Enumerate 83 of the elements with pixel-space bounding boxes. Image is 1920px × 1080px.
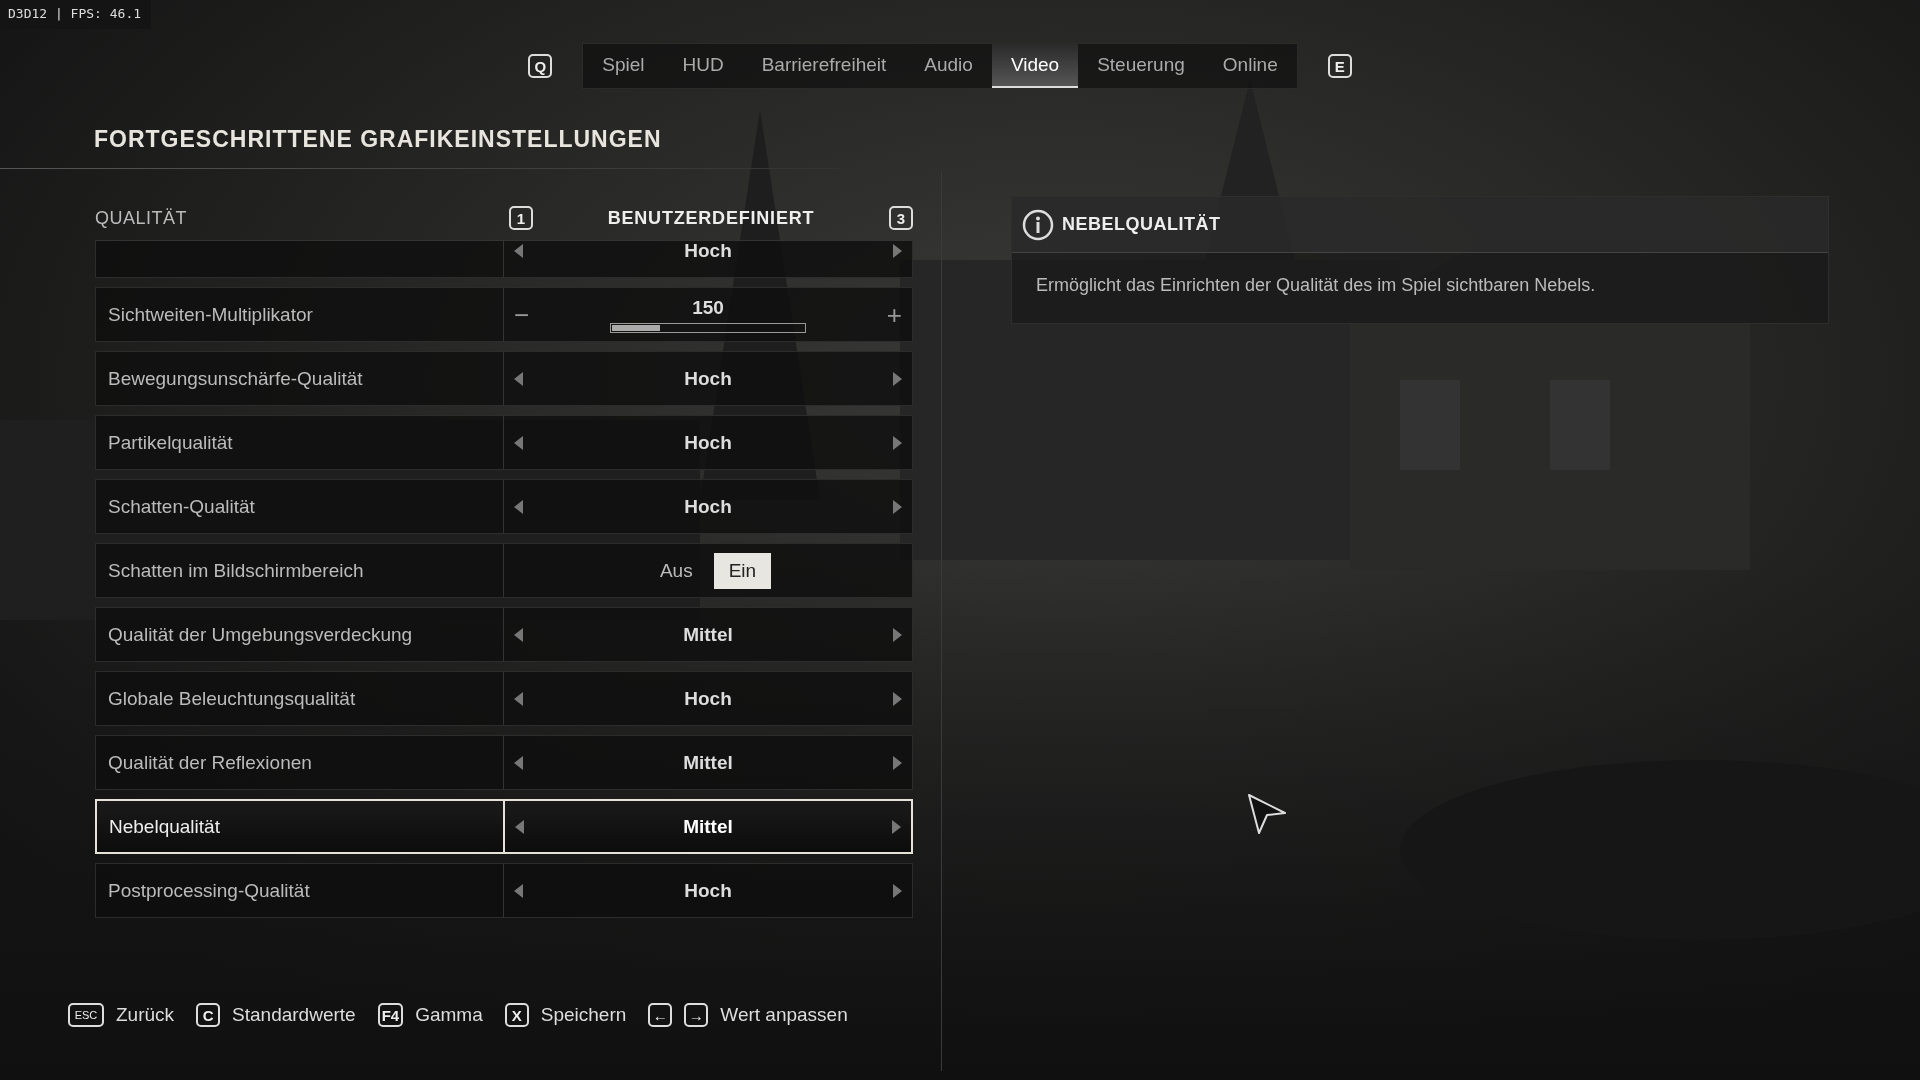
toggle-option[interactable]: Ein	[713, 552, 772, 589]
left-arrow-icon[interactable]	[514, 499, 523, 514]
right-arrow-icon[interactable]	[893, 499, 902, 514]
setting-label: Bewegungsunschärfe-Qualität	[108, 367, 363, 390]
right-arrow-icon[interactable]	[892, 819, 901, 834]
tab[interactable]: Audio	[905, 44, 992, 88]
setting-value: Hoch	[684, 431, 732, 454]
setting-label: Partikelqualität	[108, 431, 233, 454]
left-arrow-icon[interactable]	[514, 371, 523, 386]
left-arrow-icon[interactable]	[514, 755, 523, 770]
left-arrow-icon[interactable]	[514, 691, 523, 706]
left-arrow-icon[interactable]	[514, 243, 523, 258]
setting-row[interactable]: Schatten im Bildschirmbereich Aus Ein	[95, 543, 913, 598]
setting-value: Hoch	[684, 367, 732, 390]
setting-row[interactable]: Sichtweiten-Multiplikator − 150 +	[95, 287, 913, 342]
footer-action[interactable]: Gamma	[415, 1004, 483, 1026]
key-hint[interactable]: 3	[889, 206, 913, 230]
setting-label: Qualität der Reflexionen	[108, 751, 312, 774]
setting-label: Nebelqualität	[109, 815, 220, 838]
info-text: Ermöglicht das Einrichten der Qualität des im Spiel sichtbaren Nebels.	[1035, 274, 1597, 296]
left-arrow-icon[interactable]	[515, 819, 524, 834]
setting-value: Hoch	[684, 879, 732, 902]
tab[interactable]: Barrierefreiheit	[742, 44, 906, 88]
footer-action[interactable]: Wert anpassen	[720, 1004, 848, 1026]
setting-value: 150	[692, 296, 724, 319]
right-arrow-icon[interactable]	[893, 243, 902, 258]
right-arrow-icon[interactable]	[893, 371, 902, 386]
setting-value: Hoch	[684, 687, 732, 710]
left-arrow-icon[interactable]	[514, 627, 523, 642]
slider-track[interactable]	[610, 322, 806, 333]
key-hint[interactable]: X	[504, 1003, 529, 1027]
right-arrow-icon[interactable]	[893, 883, 902, 898]
setting-value: Mittel	[683, 751, 733, 774]
setting-value: Hoch	[684, 241, 732, 262]
setting-row[interactable]: Qualität der Reflexionen Mittel	[95, 735, 913, 790]
left-arrow-icon[interactable]	[514, 883, 523, 898]
quality-label: QUALITÄT	[95, 207, 188, 229]
page-title: FORTGESCHRITTENE GRAFIKEINSTELLUNGEN	[94, 126, 663, 153]
setting-row[interactable]: Postprocessing-Qualität Hoch	[95, 863, 913, 918]
right-arrow-icon[interactable]	[893, 627, 902, 642]
key-hint[interactable]: E	[1327, 54, 1352, 78]
tab[interactable]: Online	[1203, 44, 1297, 88]
setting-row[interactable]: Globale Beleuchtungsqualität Hoch	[95, 671, 913, 726]
quality-value: BENUTZERDEFINIERT	[606, 207, 816, 229]
right-arrow-icon[interactable]	[893, 435, 902, 450]
setting-label: Globale Beleuchtungsqualität	[108, 687, 356, 710]
key-hint[interactable]: →	[684, 1003, 709, 1027]
setting-value: Mittel	[683, 815, 733, 838]
info-title: NEBELQUALITÄT	[1062, 214, 1221, 235]
plus-button[interactable]: +	[886, 301, 902, 328]
footer-action[interactable]: Standardwerte	[232, 1004, 356, 1026]
right-arrow-icon[interactable]	[893, 691, 902, 706]
setting-label: Qualität der Umgebungsverdeckung	[108, 623, 413, 646]
setting-label: Schatten-Qualität	[108, 495, 255, 518]
right-arrow-icon[interactable]	[893, 755, 902, 770]
footer-action[interactable]: Zurück	[116, 1004, 175, 1026]
key-hint[interactable]: 1	[509, 206, 533, 230]
minus-button[interactable]: −	[514, 301, 530, 328]
tab[interactable]: Spiel	[583, 44, 664, 88]
left-arrow-icon[interactable]	[514, 435, 523, 450]
cursor-icon	[1247, 793, 1287, 835]
setting-row[interactable]: Bewegungsunschärfe-Qualität Hoch	[95, 351, 913, 406]
setting-row[interactable]: Qualität der Umgebungsverdeckung Mittel	[95, 607, 913, 662]
tab[interactable]: Steuerung	[1078, 44, 1204, 88]
key-hint[interactable]: ESC	[68, 1003, 104, 1027]
key-hint[interactable]: Q	[528, 54, 553, 78]
setting-label: Postprocessing-Qualität	[108, 879, 310, 902]
setting-row[interactable]: Hoch	[95, 241, 913, 278]
setting-row[interactable]: Schatten-Qualität Hoch	[95, 479, 913, 534]
info-icon	[1022, 208, 1054, 241]
key-hint[interactable]: F4	[377, 1003, 404, 1027]
tab[interactable]: HUD	[663, 44, 743, 88]
setting-row[interactable]: Nebelqualität Mittel	[95, 799, 913, 854]
tab[interactable]: Video	[991, 44, 1079, 88]
setting-value: Mittel	[683, 623, 733, 646]
setting-value: Hoch	[684, 495, 732, 518]
toggle-option[interactable]: Aus	[644, 552, 708, 589]
setting-label: Schatten im Bildschirmbereich	[108, 559, 364, 582]
key-hint[interactable]: C	[196, 1003, 221, 1027]
setting-row[interactable]: Partikelqualität Hoch	[95, 415, 913, 470]
setting-label: Sichtweiten-Multiplikator	[108, 303, 313, 326]
key-hint[interactable]: ←	[648, 1003, 673, 1027]
footer-action[interactable]: Speichern	[540, 1004, 627, 1026]
